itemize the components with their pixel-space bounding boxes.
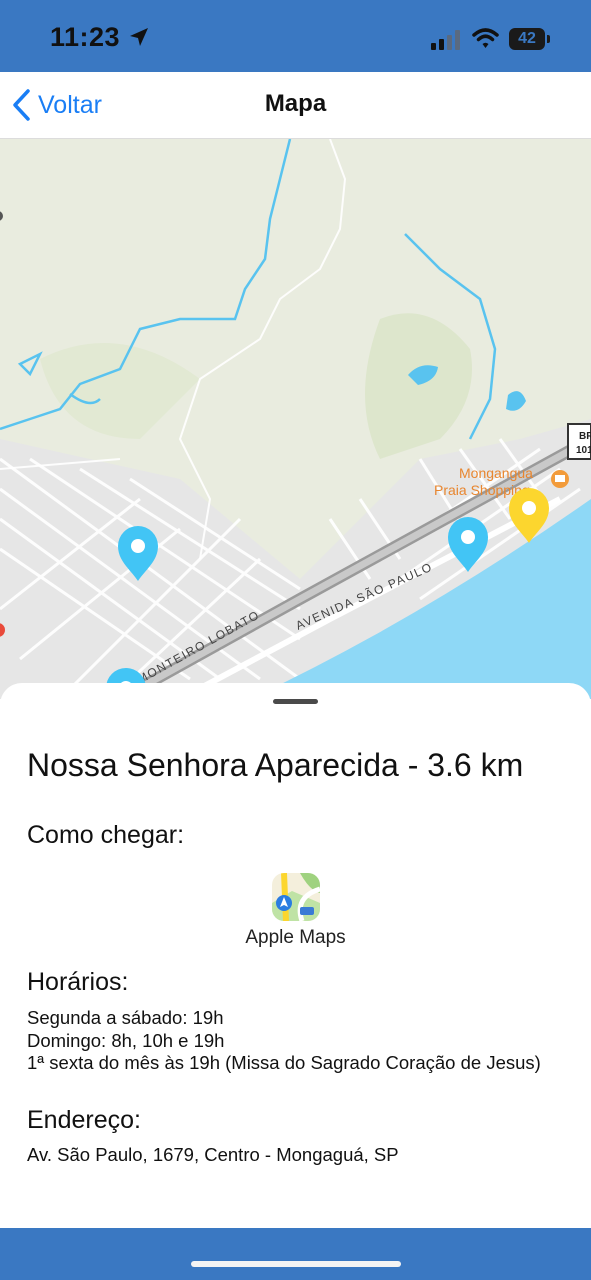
directions-heading: Como chegar: [27, 821, 185, 849]
location-arrow-icon [130, 28, 149, 46]
battery-level: 42 [518, 30, 536, 47]
navigation-bar: Voltar Mapa [0, 72, 591, 139]
bottom-bar [0, 1228, 591, 1280]
wifi-icon [472, 28, 499, 48]
place-title: Nossa Senhora Aparecida - 3.6 km [27, 747, 524, 783]
home-indicator[interactable] [191, 1261, 401, 1267]
status-time: 11:23 [50, 22, 150, 53]
map-view[interactable]: Mongangua Praia Shopping MONTEIRO LOBATO… [0, 139, 591, 699]
apple-maps-icon [271, 873, 320, 921]
svg-text:101: 101 [576, 445, 591, 456]
hours-line-2: Domingo: 8h, 10h e 19h [27, 1030, 225, 1051]
address-text: Av. São Paulo, 1679, Centro - Mongaguá, … [27, 1144, 399, 1165]
address-heading: Endereço: [27, 1106, 141, 1134]
hours-line-1: Segunda a sábado: 19h [27, 1007, 224, 1028]
map-canvas: Mongangua Praia Shopping MONTEIRO LOBATO… [0, 139, 591, 699]
cellular-signal-icon [431, 30, 460, 50]
battery-cap [547, 35, 550, 43]
highway-shield-icon: BR 101 [567, 423, 591, 460]
apple-maps-label: Apple Maps [245, 927, 346, 948]
details-sheet[interactable]: Nossa Senhora Aparecida - 3.6 km Como ch… [0, 683, 591, 1228]
time-text: 11:23 [50, 22, 121, 52]
battery-icon: 42 [509, 28, 545, 50]
shopping-poi-icon[interactable] [551, 470, 569, 488]
sheet-grabber[interactable] [273, 699, 318, 704]
status-bar: 11:23 42 [0, 0, 591, 72]
hours-heading: Horários: [27, 968, 129, 996]
page-title: Mapa [264, 90, 327, 117]
svg-text:BR: BR [579, 431, 591, 442]
poi-label-line1: Mongangua [459, 465, 533, 481]
apple-maps-button[interactable]: Apple Maps [0, 873, 591, 949]
hours-line-3: 1ª sexta do mês às 19h (Missa do Sagrado… [27, 1052, 541, 1073]
